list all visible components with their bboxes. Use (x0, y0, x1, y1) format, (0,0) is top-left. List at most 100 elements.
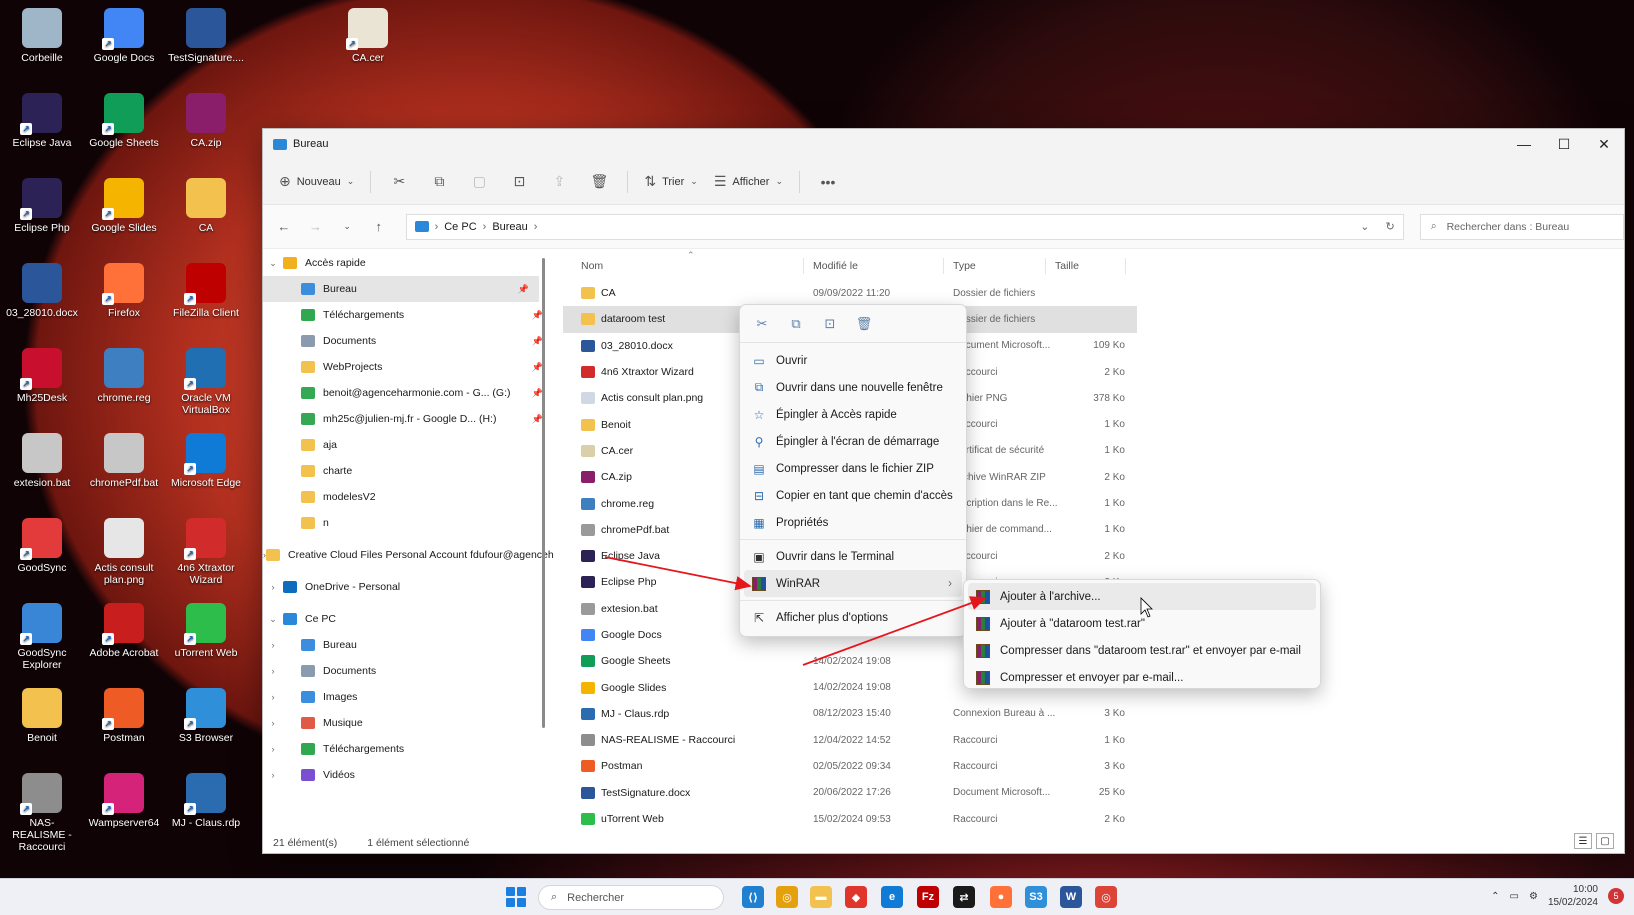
history-dropdown-icon[interactable]: ⌄ (1360, 220, 1369, 233)
nav-item[interactable]: benoit@agenceharmonie.com - G... (G:) 📌 (263, 380, 553, 406)
nav-item[interactable]: WebProjects 📌 (263, 354, 553, 380)
context-menu-item[interactable]: ⊟ Copier en tant que chemin d'accès (740, 482, 966, 509)
context-menu-item[interactable]: ▤ Compresser dans le fichier ZIP (740, 455, 966, 482)
expand-chevron-icon[interactable]: › (263, 640, 283, 650)
delete-button[interactable]: 🗑 (581, 167, 617, 197)
context-menu-item[interactable]: ▭ Ouvrir (740, 347, 966, 374)
file-row[interactable]: CA.zip Archive WinRAR ZIP 2 Ko (563, 464, 1423, 490)
column-divider[interactable] (1125, 258, 1126, 274)
clock[interactable]: 10:00 15/02/2024 (1548, 883, 1598, 909)
desktop-icon[interactable]: GoodSync Explorer (3, 603, 81, 671)
nav-scrollbar[interactable] (539, 250, 549, 832)
column-divider[interactable] (1045, 258, 1046, 274)
rename-icon[interactable]: ⊡ (818, 312, 842, 336)
file-row[interactable]: MJ - Claus.rdp 08/12/2023 15:40 Connexion … (563, 701, 1423, 727)
large-icons-view-icon[interactable]: ▢ (1596, 833, 1614, 849)
file-row[interactable]: NAS-REALISME - Raccourci 12/04/2022 14:52… (563, 727, 1423, 753)
nav-scrollbar-thumb[interactable] (542, 258, 545, 728)
expand-chevron-icon[interactable]: ⌄ (263, 258, 283, 269)
sort-button[interactable]: ⇅ Trier ⌄ (638, 167, 703, 197)
cut-button[interactable]: ✂ (381, 167, 417, 197)
desktop-icon[interactable]: chromePdf.bat (85, 433, 163, 489)
start-button[interactable] (506, 887, 526, 907)
settings-icon[interactable]: ⚙ (1529, 891, 1538, 902)
desktop-icon[interactable]: Eclipse Java (3, 93, 81, 149)
desktop-icon[interactable]: Actis consult plan.png (85, 518, 163, 586)
submenu-item-compress-email-rar[interactable]: Compresser dans "dataroom test.rar" et e… (964, 637, 1320, 664)
column-header-name[interactable]: Nom (581, 260, 603, 272)
desktop-icon[interactable]: TestSignature.... (167, 8, 245, 64)
nav-item[interactable]: ⌄ Ce PC (263, 606, 553, 632)
details-view-icon[interactable]: ☰ (1574, 833, 1592, 849)
back-button[interactable]: ← (271, 214, 297, 240)
expand-chevron-icon[interactable]: › (263, 692, 283, 702)
refresh-icon[interactable]: ↻ (1385, 220, 1394, 233)
file-row[interactable]: Eclipse Java Raccourci 2 Ko (563, 543, 1423, 569)
desktop-icon[interactable]: Postman (85, 688, 163, 744)
submenu-item-add-to-archive[interactable]: Ajouter à l'archive... (968, 583, 1316, 610)
chrome-icon[interactable]: ◎ (776, 886, 798, 908)
desktop-icon[interactable]: extesion.bat (3, 433, 81, 489)
desktop-icon[interactable]: Firefox (85, 263, 163, 319)
filezilla-icon[interactable]: Fz (917, 886, 939, 908)
trash-icon[interactable]: 🗑 (852, 312, 876, 336)
nav-item[interactable]: mh25c@julien-mj.fr - Google D... (H:) 📌 (263, 406, 553, 432)
desktop-icon[interactable]: 03_28010.docx (3, 263, 81, 319)
desktop-icon[interactable]: S3 Browser (167, 688, 245, 744)
file-row[interactable]: TestSignature.docx 20/06/2022 17:26 Docume… (563, 780, 1423, 806)
desktop-icon[interactable]: CA.zip (167, 93, 245, 149)
recent-locations-button[interactable]: ⌄ (334, 214, 360, 240)
nav-item[interactable]: › OneDrive - Personal (263, 574, 553, 600)
desktop-icon[interactable]: Corbeille (3, 8, 81, 64)
nav-item[interactable]: › Téléchargements (263, 736, 553, 762)
file-row[interactable]: uTorrent Web 15/02/2024 09:53 Raccourci 2 K… (563, 806, 1423, 832)
scissors-icon[interactable]: ✂ (750, 312, 774, 336)
desktop-icon[interactable]: Eclipse Php (3, 178, 81, 234)
nav-item[interactable]: charte (263, 458, 553, 484)
desktop-icon[interactable]: MJ - Claus.rdp (167, 773, 245, 829)
taskbar-search[interactable]: ⌕ Rechercher (538, 885, 724, 910)
nav-item[interactable]: ⌄ Accès rapide (263, 250, 553, 276)
context-menu-item[interactable]: ⚲ Épingler à l'écran de démarrage (740, 428, 966, 455)
file-row[interactable]: Benoit Raccourci 1 Ko (563, 411, 1423, 437)
column-header-type[interactable]: Type (953, 260, 976, 272)
file-row[interactable]: 4n6 Xtraxtor Wizard Raccourci 2 Ko (563, 359, 1423, 385)
column-header-date[interactable]: Modifié le (813, 260, 858, 272)
desktop-icon[interactable]: FileZilla Client (167, 263, 245, 319)
desktop-icon[interactable]: uTorrent Web (167, 603, 245, 659)
path-input[interactable]: › Ce PC › Bureau › ⌄ ↻ (405, 213, 1404, 240)
anydesk-icon[interactable]: ◆ (845, 886, 867, 908)
up-button[interactable]: ↑ (366, 214, 392, 240)
expand-chevron-icon[interactable]: › (263, 718, 283, 728)
explorer-icon[interactable]: ▬ (810, 886, 832, 908)
desktop-icon[interactable]: Adobe Acrobat (85, 603, 163, 659)
nav-item[interactable]: › Vidéos (263, 762, 553, 788)
nav-item[interactable]: › Creative Cloud Files Personal Account f… (263, 542, 553, 568)
more-options-button[interactable]: ••• (810, 167, 846, 197)
word-icon[interactable]: W (1060, 886, 1082, 908)
file-row[interactable]: chromePdf.bat Fichier de command... 1 Ko (563, 517, 1423, 543)
paste-button[interactable]: ▢ (461, 167, 497, 197)
vscode-icon[interactable]: ⟨⟩ (742, 886, 764, 908)
expand-chevron-icon[interactable]: › (263, 666, 283, 676)
title-bar[interactable]: Bureau — ☐ ✕ (263, 129, 1624, 159)
context-menu-item[interactable]: ▦ Propriétés (740, 509, 966, 536)
desktop-icon[interactable]: CA.cer (329, 8, 407, 64)
edge-icon[interactable]: e (881, 886, 903, 908)
desktop-icon[interactable]: Benoit (3, 688, 81, 744)
column-divider[interactable] (803, 258, 804, 274)
file-row[interactable]: Actis consult plan.png Fichier PNG 378 Ko (563, 385, 1423, 411)
desktop-icon[interactable]: Mh25Desk (3, 348, 81, 404)
view-button[interactable]: ☰ Afficher ⌄ (708, 167, 789, 197)
chrome-profile-icon[interactable]: ◎ (1095, 886, 1117, 908)
share-button[interactable]: ⇪ (541, 167, 577, 197)
desktop-icon[interactable]: Google Docs (85, 8, 163, 64)
copy-button[interactable]: ⧉ (421, 167, 457, 197)
nav-item[interactable]: modelesV2 (263, 484, 553, 510)
submenu-item-compress-email[interactable]: Compresser et envoyer par e-mail... (964, 664, 1320, 691)
column-header-size[interactable]: Taille (1055, 260, 1079, 272)
new-button[interactable]: ⊕ Nouveau ⌄ (273, 167, 360, 197)
desktop-icon[interactable]: Oracle VM VirtualBox (167, 348, 245, 416)
teamviewer-icon[interactable]: ⇄ (953, 886, 975, 908)
notification-badge[interactable]: 5 (1608, 888, 1624, 904)
